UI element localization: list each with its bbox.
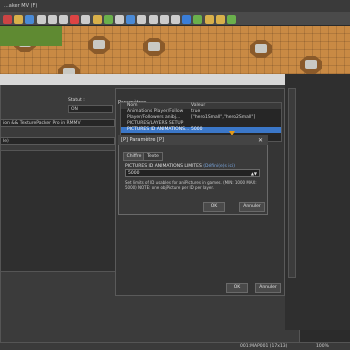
table-row-selected[interactable]: PICTURES ID ANIMATIONS... 5000 [121,127,281,133]
window-title: ...aker MV (F) [0,0,350,12]
scrollbar[interactable] [288,88,296,278]
row-value: 5000 [191,127,203,132]
delete-icon[interactable] [70,15,80,24]
shadow-pen-icon[interactable] [137,15,147,24]
param-ok-button[interactable]: OK [203,202,225,212]
new-icon[interactable] [3,15,12,24]
parameter-dialog-title: [P] Paramètre [P] [118,135,268,145]
help-panel [0,150,118,272]
description-field[interactable]: ion && TexturePacker Pro in RMMV [0,119,115,127]
open-icon[interactable] [14,15,24,24]
status-value: ON [71,107,78,112]
rectangle-icon[interactable] [103,15,113,24]
map-tile-decoration [88,36,110,54]
map-tile-decoration [250,40,272,58]
paste-icon[interactable] [59,15,68,24]
ellipse-icon[interactable] [115,15,124,24]
map-info: 001:MAP001 (17x13) [240,344,288,349]
fill-icon[interactable] [126,15,136,24]
spinner-icon[interactable]: ▲▼ [251,170,257,177]
close-icon[interactable]: ✕ [258,137,265,144]
author-field[interactable]: le) [0,137,115,145]
zoom-in-icon[interactable] [148,15,158,24]
main-toolbar [0,12,350,26]
map-grass-tiles [0,26,62,46]
tab-text[interactable]: Texte [143,152,163,161]
parameter-value: 5000 [128,171,140,176]
param-cancel-button[interactable]: Annuler [239,202,265,212]
undo-icon[interactable] [81,15,91,24]
plugin-manager-titlebar [0,74,300,85]
database-icon[interactable] [182,15,192,24]
plugin-ok-button[interactable]: OK [226,283,248,293]
tab-number[interactable]: Chiffre [123,152,145,161]
row-name: PICTURES ID ANIMATIONS... [127,127,190,132]
author-text: le) [3,139,9,144]
playtest-icon[interactable] [227,15,236,24]
status-select[interactable]: ON [68,105,113,113]
zoom-out-icon[interactable] [159,15,169,24]
status-label: Statut : [68,98,85,103]
pencil-icon[interactable] [92,15,102,24]
left-panel-header [0,98,40,104]
parameter-description: Set limits of ID usables for aniPictures… [125,180,257,190]
map-tile-decoration [143,38,165,56]
save-icon[interactable] [25,15,35,24]
sound-icon[interactable] [204,15,214,24]
map-tile-decoration [300,56,322,74]
plugin-icon[interactable] [193,15,203,24]
copy-icon[interactable] [47,15,57,24]
zoom-level: 100% [316,344,329,349]
actual-size-icon[interactable] [171,15,180,24]
description-text: ion && TexturePacker Pro in RMMV [3,121,81,126]
plugin-cancel-button[interactable]: Annuler [255,283,281,293]
cut-icon[interactable] [36,15,46,24]
status-bar: 001:MAP001 (17x13) 100% [0,342,350,350]
character-icon[interactable] [215,15,225,24]
parameter-value-input[interactable]: 5000 ▲▼ [125,169,260,177]
